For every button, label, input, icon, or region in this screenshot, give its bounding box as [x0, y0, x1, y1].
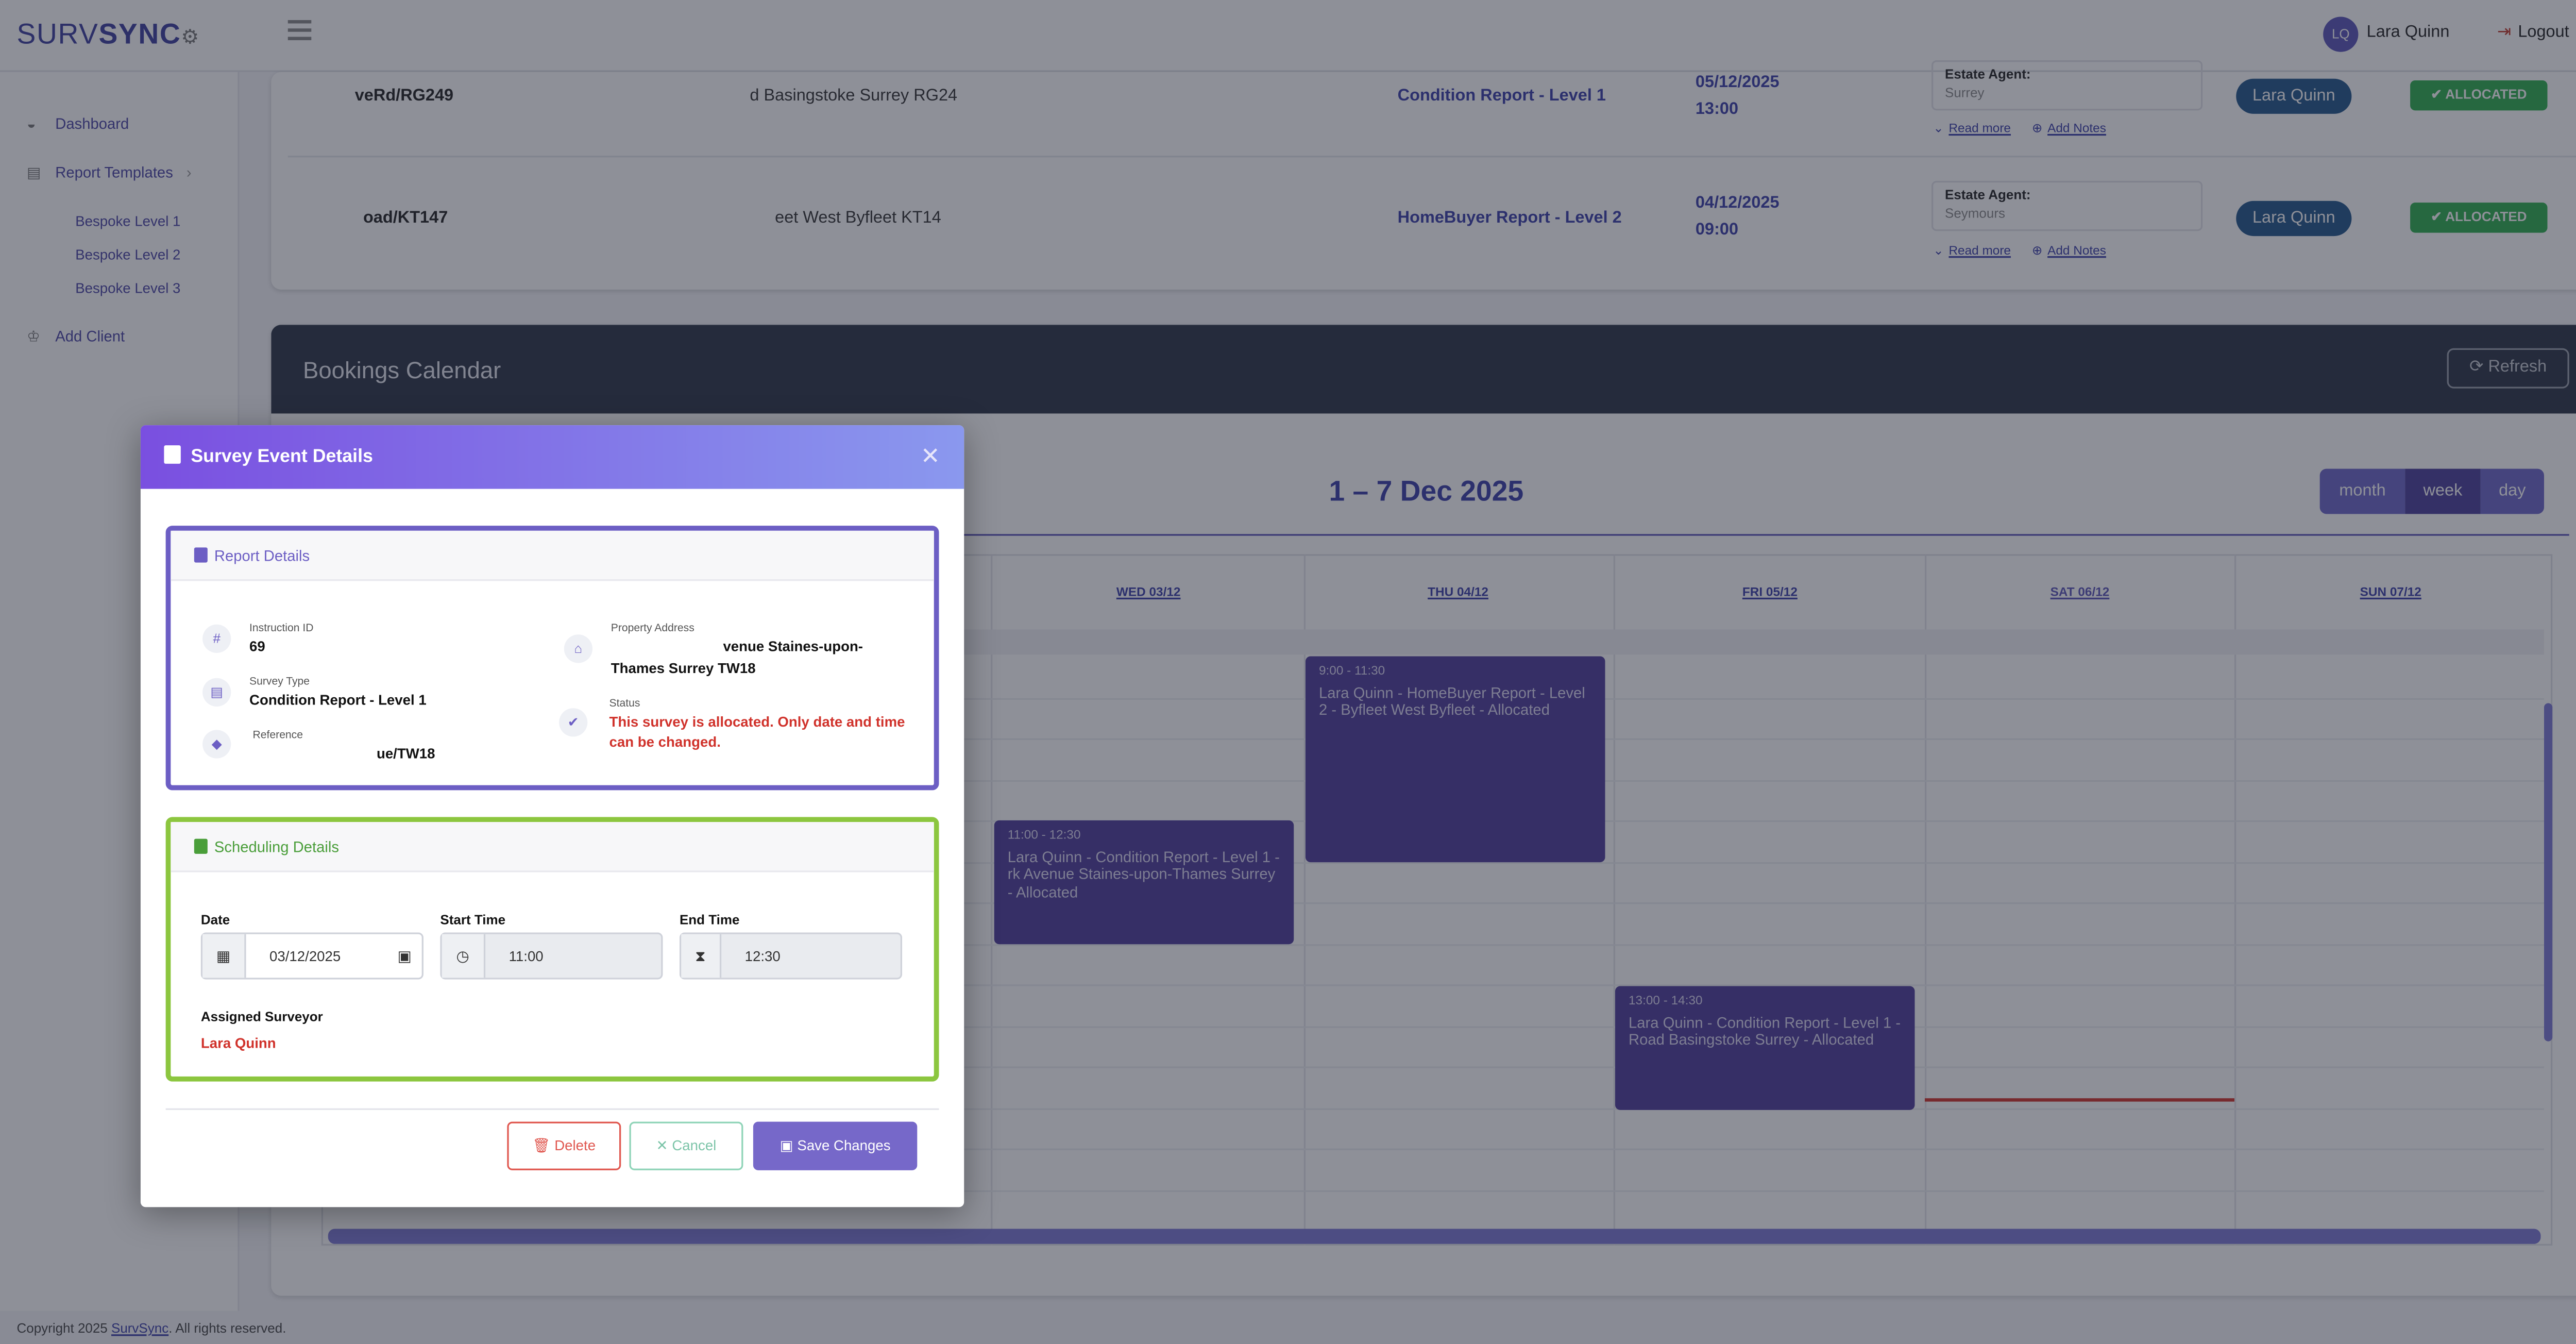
end-time-label: End Time [679, 912, 740, 928]
close-icon: ✕ [656, 1136, 672, 1154]
property-address-line-2: Thames Surrey TW18 [611, 659, 756, 677]
start-time-value: 11:00 [509, 947, 544, 965]
date-picker-icon[interactable]: ▣ [398, 948, 412, 966]
scheduling-details-header: Scheduling Details [171, 822, 934, 872]
date-input-value: 03/12/2025 [269, 947, 341, 965]
calendar-check-icon [164, 445, 181, 464]
survey-type-label: Survey Type [249, 676, 310, 688]
cancel-button[interactable]: ✕ Cancel [629, 1121, 743, 1170]
status-message-line-2: can be changed. [609, 733, 721, 750]
end-time-value: 12:30 [744, 947, 781, 965]
home-icon: ⌂ [564, 634, 593, 663]
calendar-icon: ▦ [202, 934, 246, 978]
scheduling-details-title: Scheduling Details [214, 838, 340, 856]
scheduling-details-section: Scheduling Details Date ▦ 03/12/2025 ▣ S… [165, 817, 939, 1082]
close-icon[interactable]: ✕ [921, 442, 940, 471]
delete-label: Delete [554, 1136, 596, 1154]
assigned-surveyor-value: Lara Quinn [200, 1034, 276, 1052]
property-address-label: Property Address [611, 623, 694, 635]
modal-footer-divider [165, 1108, 939, 1110]
modal-title: Survey Event Details [191, 447, 373, 467]
clipboard-icon [194, 547, 208, 563]
status-label: Status [609, 698, 640, 710]
hash-icon: # [202, 624, 231, 653]
reference-label: Reference [252, 730, 303, 742]
instruction-id-value: 69 [249, 637, 265, 655]
app-stage: SURVSYNC⚙ LQ Lara Quinn ⇥Logout ◒Dashboa… [0, 0, 2576, 1344]
date-input[interactable]: ▦ 03/12/2025 ▣ [200, 932, 423, 980]
save-icon: ▣ [779, 1136, 798, 1154]
date-label: Date [200, 912, 230, 928]
clock-icon: ◷ [442, 934, 486, 978]
save-changes-button[interactable]: ▣ Save Changes [753, 1121, 918, 1170]
file-icon: ▤ [202, 678, 231, 707]
instruction-id-label: Instruction ID [249, 623, 314, 635]
start-time-label: Start Time [440, 912, 506, 928]
property-address-line-1: venue Staines-upon- [723, 637, 863, 655]
end-time-input[interactable]: ⧗ 12:30 [679, 932, 903, 980]
status-message-line-1: This survey is allocated. Only date and … [609, 713, 905, 730]
report-details-header: Report Details [171, 530, 934, 581]
trash-icon: 🗑 [532, 1136, 555, 1154]
check-circle-icon: ✔ [559, 708, 588, 737]
start-time-input[interactable]: ◷ 11:00 [440, 932, 663, 980]
report-details-section: Report Details # Instruction ID 69 ▤ Sur… [165, 526, 939, 791]
calendar-icon [194, 838, 208, 854]
delete-button[interactable]: 🗑 Delete [507, 1121, 621, 1170]
survey-type-value: Condition Report - Level 1 [249, 691, 427, 709]
assigned-surveyor-label: Assigned Surveyor [200, 1009, 323, 1025]
tag-icon: ◆ [202, 730, 231, 759]
reference-value: ue/TW18 [376, 745, 435, 762]
cancel-label: Cancel [672, 1136, 717, 1154]
hourglass-icon: ⧗ [681, 934, 722, 978]
survey-event-modal: Survey Event Details ✕ Report Details # … [140, 425, 964, 1207]
save-label: Save Changes [797, 1136, 891, 1154]
report-details-title: Report Details [214, 547, 310, 564]
modal-header: Survey Event Details ✕ [140, 425, 964, 489]
